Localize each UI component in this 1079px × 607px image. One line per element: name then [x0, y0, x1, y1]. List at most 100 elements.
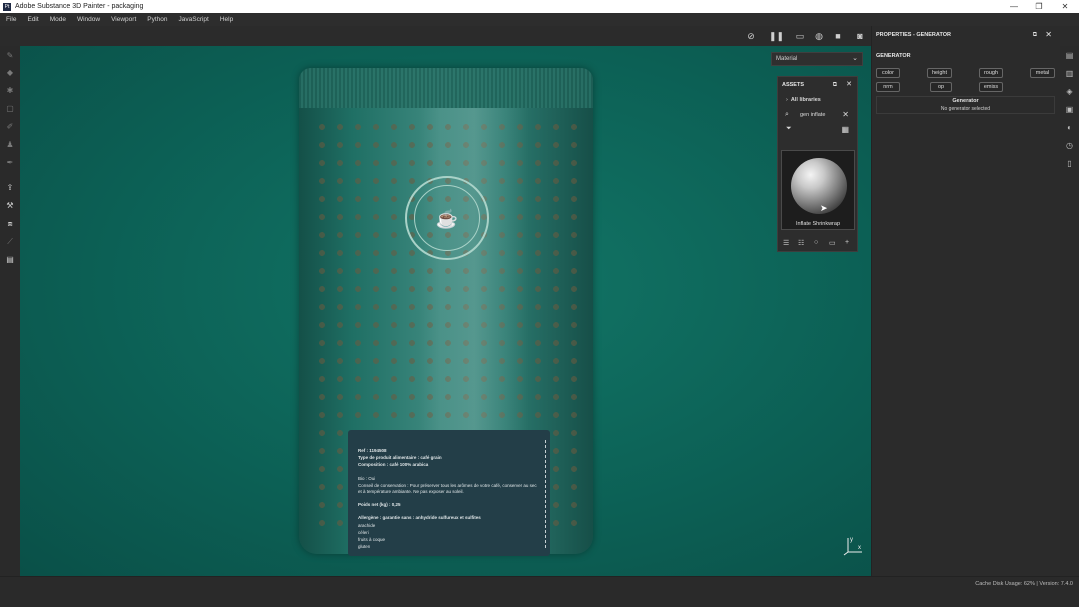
bake-icon[interactable]: ⚒	[4, 200, 16, 212]
gizmo-x-label: x	[858, 545, 861, 551]
texture-set-list-icon[interactable]: ▤	[1064, 50, 1075, 61]
hide-icon[interactable]: ⊘	[745, 30, 757, 42]
library-settings-icon[interactable]: ☷	[798, 239, 804, 247]
label-conservation: Conseil de conservation : Pour préserver…	[358, 482, 537, 495]
shelf-icon[interactable]: ▤	[4, 254, 16, 266]
label-weight: Poids net (kg) : 0,25	[358, 502, 401, 508]
paint-icon[interactable]: ✎	[4, 50, 16, 62]
label-allergen: fruits à coque	[358, 537, 386, 543]
export-icon[interactable]: ⇪	[4, 182, 16, 194]
clone-icon[interactable]: ♟	[4, 139, 16, 151]
channel-emiss[interactable]: emiss	[979, 82, 1003, 92]
menu-file[interactable]: File	[6, 16, 16, 23]
properties-header: PROPERTIES - GENERATOR ⧉ ✕	[872, 26, 1060, 44]
gizmo-y-label: y	[850, 537, 853, 543]
popout-icon[interactable]: ⧉	[833, 77, 837, 93]
label-dashed-line	[545, 440, 546, 548]
chevron-right-icon: ›	[786, 97, 788, 103]
channel-rough[interactable]: rough	[979, 68, 1003, 78]
search-icon: ⌕	[785, 111, 789, 118]
cache-version-status: Cache Disk Usage: 62% | Version: 7.4.0	[975, 581, 1073, 587]
channel-metal[interactable]: metal	[1030, 68, 1055, 78]
asset-thumbnail[interactable]: ➤ Inflate Shrinkwrap	[781, 150, 855, 230]
assets-search[interactable]: ⌕ gen inflate ✕	[778, 108, 857, 122]
minimize-button[interactable]: —	[1001, 0, 1027, 13]
label-allergen: gluten	[358, 544, 371, 550]
assets-tools: ⏷ ▦	[778, 122, 857, 138]
properties-panel: PROPERTIES - GENERATOR ⧉ ✕ GENERATOR col…	[871, 26, 1060, 576]
coffee-cup-icon: ☕	[414, 185, 480, 251]
folder-icon[interactable]: ▭	[829, 239, 836, 247]
library-selector[interactable]: › All libraries	[778, 93, 857, 107]
pause-icon[interactable]: ❚❚	[769, 30, 784, 42]
shader-settings-icon[interactable]: ◐	[1064, 122, 1075, 133]
status-bar: Cache Disk Usage: 62% | Version: 7.4.0	[0, 576, 1079, 607]
camera-icon[interactable]: ■	[832, 30, 844, 42]
menu-viewport[interactable]: Viewport	[111, 16, 136, 23]
library-label: All libraries	[790, 97, 821, 103]
close-button[interactable]: ✕	[1052, 0, 1078, 13]
bag-seal	[299, 68, 593, 108]
channel-op[interactable]: op	[930, 82, 952, 92]
product-label: Ref : 1194508 Type de produit alimentair…	[348, 430, 550, 556]
label-allergen: arachide	[358, 522, 376, 528]
log-icon[interactable]: ▯	[1064, 158, 1075, 169]
view-mode-icon[interactable]: ▭	[794, 30, 806, 42]
label-allergen: céleri	[358, 529, 369, 535]
color-picker-icon[interactable]: ✒	[4, 157, 16, 169]
label-ref: Ref : 1194508	[358, 448, 387, 453]
history-icon[interactable]: ◷	[1064, 140, 1075, 151]
right-dock: ▤ ▥ ◈ ▣ ◐ ◷ ▯	[1060, 46, 1079, 576]
search-input[interactable]: gen inflate	[800, 108, 825, 122]
material-mode-value: Material	[776, 56, 798, 62]
geometry-mask-icon[interactable]: ▢	[4, 103, 16, 115]
viewport-toolbar: ⊘ ❚❚ ▭ ◍ ■ ◙	[0, 26, 871, 46]
layers-icon[interactable]: ◈	[1064, 86, 1075, 97]
projection-icon[interactable]: ✱	[4, 85, 16, 97]
menu-mode[interactable]: Mode	[50, 16, 66, 23]
app-icon: Pt	[3, 2, 11, 11]
menu-help[interactable]: Help	[220, 16, 233, 23]
environment-icon[interactable]: ◍	[813, 30, 825, 42]
uv-icon[interactable]: ⟋	[4, 236, 16, 248]
asset-name: Inflate Shrinkwrap	[795, 221, 841, 227]
label-type: Type de produit alimentaire : café grain	[358, 455, 442, 461]
close-icon[interactable]: ✕	[846, 77, 852, 93]
add-icon[interactable]: +	[845, 239, 849, 246]
display-settings-icon[interactable]: ▣	[1064, 104, 1075, 115]
assets-panel: ASSETS ⧉ ✕ › All libraries ⌕ gen inflate…	[777, 76, 858, 252]
close-icon[interactable]: ✕	[1045, 26, 1052, 44]
menu-edit[interactable]: Edit	[27, 16, 38, 23]
refresh-icon[interactable]: ○	[814, 239, 818, 246]
channel-height[interactable]: height	[927, 68, 952, 78]
coffee-bag-model: ☕ Ref : 1194508 Type de produit alimenta…	[299, 68, 593, 556]
filter-icon[interactable]: ⏷	[786, 125, 792, 133]
window-title: Adobe Substance 3D Painter - packaging	[15, 3, 144, 10]
texture-set-icon[interactable]: ⧈	[4, 218, 16, 230]
eraser-icon[interactable]: ◆	[4, 67, 16, 79]
menu-python[interactable]: Python	[147, 16, 167, 23]
channel-nrm[interactable]: nrm	[876, 82, 900, 92]
left-toolbar: ✎ ◆ ✱ ▢ ✐ ♟ ✒ ⇪ ⚒ ⧈ ⟋ ▤	[0, 46, 20, 576]
import-icon[interactable]: ☰	[783, 239, 789, 247]
restore-button[interactable]: ❐	[1026, 0, 1052, 13]
grid-view-icon[interactable]: ▦	[841, 125, 849, 134]
screenshot-icon[interactable]: ◙	[854, 30, 866, 42]
smudge-icon[interactable]: ✐	[4, 121, 16, 133]
popout-icon[interactable]: ⧉	[1033, 26, 1037, 44]
label-allergens-title: Allergène : garantie sans : anhydride su…	[358, 515, 481, 521]
assets-header: ASSETS ⧉ ✕	[778, 77, 857, 93]
title-bar: Pt Adobe Substance 3D Painter - packagin…	[0, 0, 1079, 13]
generator-section-title: GENERATOR	[876, 53, 911, 59]
menu-window[interactable]: Window	[77, 16, 100, 23]
3d-viewport[interactable]: ☕ Ref : 1194508 Type de produit alimenta…	[20, 46, 871, 576]
label-bio: Bio : Oui	[358, 475, 376, 481]
channel-color[interactable]: color	[876, 68, 900, 78]
generator-slot[interactable]: Generator No generator selected	[876, 96, 1055, 114]
texture-set-settings-icon[interactable]: ▥	[1064, 68, 1075, 79]
axis-gizmo: x y	[842, 534, 864, 556]
menu-javascript[interactable]: JavaScript	[179, 16, 209, 23]
material-mode-select[interactable]: Material ⌄	[771, 52, 863, 66]
clear-search-icon[interactable]: ✕	[842, 108, 849, 122]
mouse-cursor-icon: ➤	[820, 203, 828, 213]
